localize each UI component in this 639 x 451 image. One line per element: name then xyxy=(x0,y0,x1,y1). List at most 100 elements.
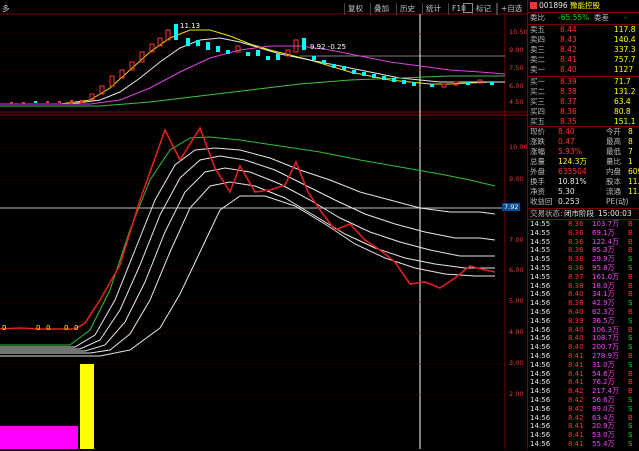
tick-price: 8.41 xyxy=(568,440,584,448)
ask-level-row: 卖五 8.44 117.8 xyxy=(528,25,639,35)
tick-side: B xyxy=(628,281,633,290)
tick-side: S xyxy=(628,440,633,448)
tick-time: 14:56 xyxy=(530,360,551,369)
tick-volume: 161.0万 xyxy=(592,272,620,281)
tick-time: 14:56 xyxy=(530,325,551,334)
tick-volume: 31.0万 xyxy=(592,360,615,369)
mark-button[interactable]: 标记 xyxy=(472,3,494,15)
tick-volume: 95.8万 xyxy=(592,264,615,272)
tick-time: 14:56 xyxy=(530,378,551,387)
ask-level-label: 卖三 xyxy=(530,45,545,54)
indicator-y-tick: 10.00 xyxy=(509,143,528,151)
tick-price: 8.36 xyxy=(568,220,584,228)
tick-price: 8.36 xyxy=(568,246,584,255)
bid-price: 8.36 xyxy=(560,107,577,116)
tick-time: 14:55 xyxy=(530,220,551,228)
tick-price: 8.41 xyxy=(568,431,584,440)
stat-value-2: 7 xyxy=(628,147,633,156)
fuquan-button[interactable]: 复权 xyxy=(344,3,366,15)
tick-volume: 18.0万 xyxy=(592,281,615,290)
ask-level-row: 卖二 8.41 757.7 xyxy=(528,55,639,65)
tick-side: B xyxy=(628,272,633,281)
stock-code: 001896 xyxy=(539,1,568,10)
bid-level-row: 买一 8.39 71.7 xyxy=(528,77,639,87)
weibi-label: 委比 xyxy=(530,13,545,22)
stat-value: 0.47 xyxy=(558,137,575,146)
tick-time: 14:56 xyxy=(530,396,551,404)
weicha-label: 委差 xyxy=(594,13,609,22)
bid-volume: 71.7 xyxy=(614,77,631,86)
tick-time: 14:55 xyxy=(530,246,551,255)
tick-volume: 103.7万 xyxy=(592,220,620,228)
tick-price: 8.41 xyxy=(568,422,584,431)
tick-row: 14:56 8.38 18.0万 B xyxy=(528,282,639,291)
tick-time: 14:56 xyxy=(530,343,551,352)
tick-side: S xyxy=(628,396,633,404)
add-watchlist-button[interactable]: +自选 xyxy=(497,3,525,15)
tick-volume: 56.6万 xyxy=(592,396,615,404)
tick-volume: 106.3万 xyxy=(592,325,620,334)
window-icon[interactable] xyxy=(463,3,473,13)
tick-time: 14:56 xyxy=(530,369,551,378)
stat-row: 涨跌 0.47 最高 8 xyxy=(528,137,639,147)
tick-price: 8.40 xyxy=(568,325,584,334)
history-button[interactable]: 历史 xyxy=(396,3,418,15)
ask-level-label: 卖四 xyxy=(530,35,545,44)
chart-area[interactable]: 0 0 0 0 0 11.13 9.92 -0.25 10.50 9.00 7.… xyxy=(0,0,528,449)
ask-level-row: 卖一 8.40 1127 xyxy=(528,65,639,75)
tick-side: B xyxy=(628,308,633,316)
tick-time: 14:56 xyxy=(530,281,551,290)
tick-side: B xyxy=(628,228,633,237)
tick-volume: 278.9万 xyxy=(592,352,620,360)
weibi-row: 委比 -65.55% 委差 - xyxy=(528,13,639,23)
tick-row: 14:55 8.36 29.9万 S xyxy=(528,255,639,264)
tick-time: 14:56 xyxy=(530,440,551,448)
tick-price: 8.40 xyxy=(568,334,584,343)
y-tick: 7.50 xyxy=(509,64,524,72)
range-label: 9.92 -0.25 xyxy=(310,43,346,51)
mode-label[interactable]: 多 xyxy=(2,3,10,14)
tick-row: 14:56 8.42 217.4万 B xyxy=(528,387,639,396)
tick-row: 14:56 8.41 76.2万 B xyxy=(528,378,639,387)
indicator-y-tick: 6.00 xyxy=(509,266,524,274)
indicator-y-tick: 4.00 xyxy=(509,328,524,336)
overlay-button[interactable]: 叠加 xyxy=(370,3,392,15)
tick-time: 14:56 xyxy=(530,290,551,299)
tick-volume: 20.9万 xyxy=(592,422,615,431)
stats-button[interactable]: 统计 xyxy=(422,3,444,15)
stat-row: 现价 8.40 今开 8 xyxy=(528,127,639,137)
tick-volume: 55.4万 xyxy=(592,440,615,448)
tick-volume: 62.3万 xyxy=(592,308,615,316)
ask-level-row: 卖四 8.43 140.4 xyxy=(528,35,639,45)
tick-time: 14:56 xyxy=(530,334,551,343)
tick-volume: 122.4万 xyxy=(592,237,620,246)
ask-volume: 1127 xyxy=(614,65,634,74)
stat-label: 涨跌 xyxy=(530,137,545,146)
magenta-volume-bar xyxy=(0,426,78,449)
stat-label-2: 最低 xyxy=(606,147,621,156)
tick-time: 14:56 xyxy=(530,299,551,308)
indicator-y-tick: 3.00 xyxy=(509,359,524,367)
tick-row: 14:56 8.40 62.3万 B xyxy=(528,308,639,317)
stat-label: 净资 xyxy=(530,187,545,196)
stat-label-2: 今开 xyxy=(606,127,621,136)
stat-row: 换手 10.81% 股本 11.5 xyxy=(528,177,639,187)
stat-row: 净资 5.30 流通 11.5 xyxy=(528,187,639,197)
bid-level-row: 买三 8.37 63.4 xyxy=(528,97,639,107)
tick-time: 14:56 xyxy=(530,431,551,440)
zero-marker: 0 xyxy=(74,324,78,332)
tick-price: 8.36 xyxy=(568,255,584,264)
tick-volume: 200.7万 xyxy=(592,343,620,352)
bid-level-label: 买一 xyxy=(530,77,545,86)
tick-side: B xyxy=(628,325,633,334)
y-tick: 9.00 xyxy=(509,46,524,54)
ask-level-label: 卖五 xyxy=(530,25,545,34)
ask-volume: 757.7 xyxy=(614,55,636,64)
bid-level-row: 买五 8.35 151.1 xyxy=(528,117,639,127)
stat-value: 633504 xyxy=(558,167,587,176)
tick-price: 8.41 xyxy=(568,352,584,360)
tick-price: 8.42 xyxy=(568,387,584,396)
stat-value: 5.30 xyxy=(558,187,575,196)
stat-value: 0.253 xyxy=(558,197,580,206)
tick-price: 8.39 xyxy=(568,316,584,325)
